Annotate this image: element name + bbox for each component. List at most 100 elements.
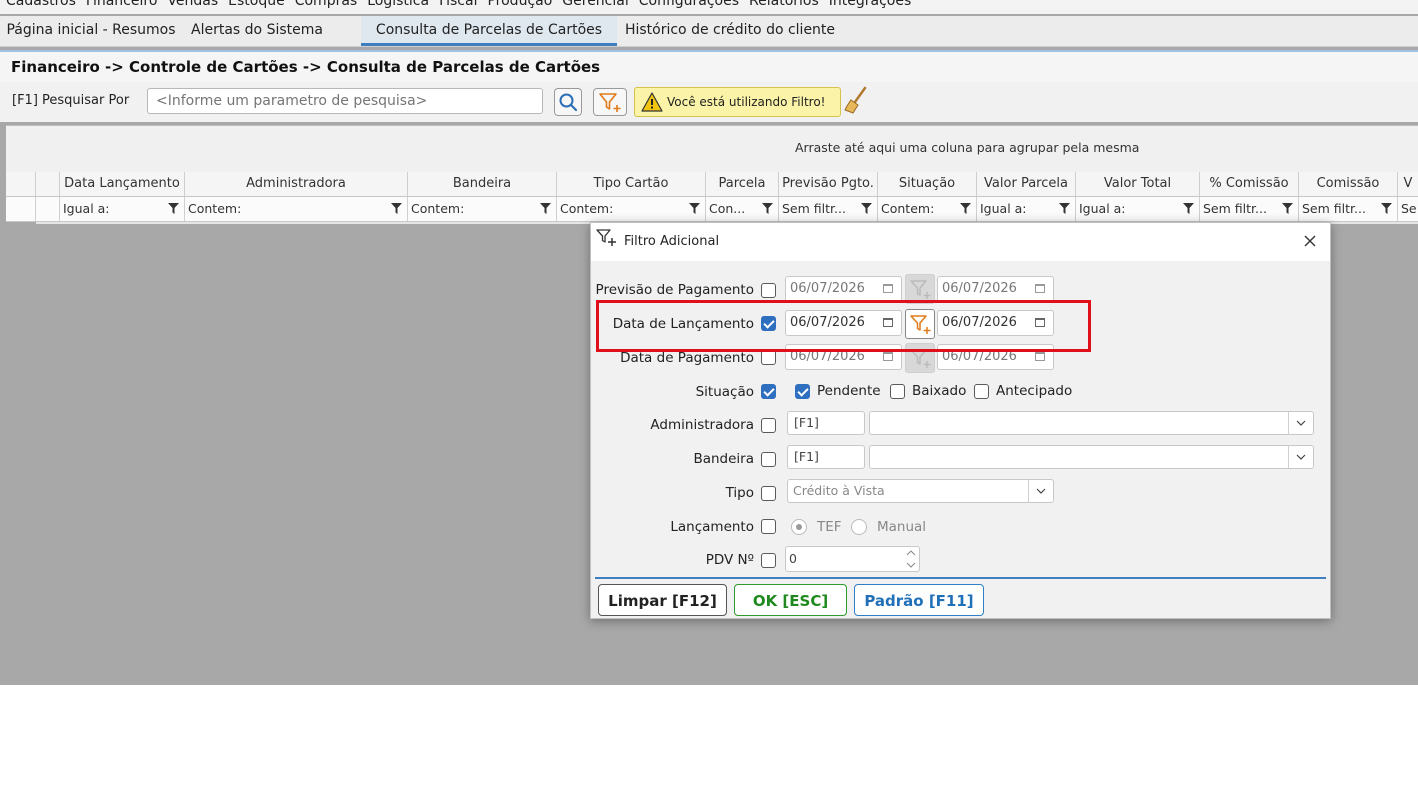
column-filter-cell[interactable]: Contem: [557, 197, 706, 221]
tipo-checkbox[interactable] [761, 486, 776, 501]
bandeira-code-input[interactable]: [F1] [787, 445, 865, 469]
tab-bar: Página inicial - Resumos Alertas do Sist… [0, 16, 1418, 47]
tab-alertas[interactable]: Alertas do Sistema [182, 16, 332, 46]
funnel-icon[interactable] [689, 203, 700, 214]
menu-configuracoes[interactable]: Configurações [634, 0, 744, 10]
menu-integracoes[interactable]: Integrações [824, 0, 917, 10]
search-button[interactable] [554, 88, 582, 116]
funnel-icon[interactable] [1381, 203, 1392, 214]
menu-relatorios[interactable]: Relatórios [744, 0, 824, 10]
baixado-label[interactable]: Baixado [912, 383, 966, 399]
previsao-checkbox[interactable] [761, 283, 776, 298]
tab-consulta-parcelas[interactable]: Consulta de Parcelas de Cartões [361, 16, 617, 46]
funnel-icon[interactable] [1183, 203, 1194, 214]
administradora-select[interactable] [869, 411, 1314, 435]
chevron-down-icon[interactable] [1288, 412, 1313, 434]
menu-producao[interactable]: Produção [482, 0, 557, 10]
funnel-icon[interactable] [391, 203, 402, 214]
previsao-from-date[interactable]: 06/07/2026 [785, 276, 902, 302]
menu-bar: Cadastros Financeiro Vendas Estoque Compras L… [0, 0, 1418, 14]
column-filter-cell[interactable]: Igual a: [1076, 197, 1200, 221]
pendente-checkbox[interactable] [795, 384, 810, 399]
situacao-checkbox[interactable] [761, 384, 776, 399]
spinner-arrows-icon[interactable] [905, 547, 917, 571]
menu-logistica[interactable]: Logística [362, 0, 434, 10]
administradora-checkbox[interactable] [761, 418, 776, 433]
ok-button[interactable]: OK [ESC] [734, 584, 847, 616]
column-header[interactable]: Administradora [185, 172, 408, 196]
column-filter-cell[interactable]: Contem: [878, 197, 977, 221]
column-filter-cell[interactable]: Se [1398, 197, 1418, 221]
clear-button[interactable]: Limpar [F12] [598, 584, 727, 616]
manual-label[interactable]: Manual [877, 519, 926, 535]
additional-filter-button[interactable] [593, 88, 627, 116]
antecipado-checkbox[interactable] [974, 384, 989, 399]
menu-estoque[interactable]: Estoque [223, 0, 290, 10]
dialog-title-bar: Filtro Adicional [591, 223, 1330, 261]
column-header[interactable]: V [1398, 172, 1418, 196]
menu-compras[interactable]: Compras [290, 0, 363, 10]
tab-pagina-inicial[interactable]: Página inicial - Resumos [0, 16, 182, 46]
column-filter-cell[interactable]: Contem: [185, 197, 408, 221]
menu-financeiro[interactable]: Financeiro [81, 0, 162, 10]
column-filter-cell[interactable]: Contem: [408, 197, 557, 221]
chevron-down-icon[interactable] [1028, 480, 1053, 502]
calendar-icon[interactable] [1035, 284, 1045, 293]
column-header[interactable]: % Comissão [1200, 172, 1299, 196]
column-filter-cell[interactable]: Sem filtr... [1200, 197, 1299, 221]
menu-vendas[interactable]: Vendas [162, 0, 223, 10]
antecipado-label[interactable]: Antecipado [996, 383, 1072, 399]
calendar-icon[interactable] [883, 352, 893, 361]
bandeira-checkbox[interactable] [761, 452, 776, 467]
funnel-icon[interactable] [1282, 203, 1293, 214]
column-header[interactable]: Situação [878, 172, 977, 196]
column-header[interactable]: Valor Total [1076, 172, 1200, 196]
menu-fiscal[interactable]: Fiscal [434, 0, 482, 10]
column-header[interactable]: Comissão [1299, 172, 1398, 196]
funnel-icon[interactable] [168, 203, 179, 214]
chevron-down-icon[interactable] [1288, 446, 1313, 468]
calendar-icon[interactable] [1035, 352, 1045, 361]
close-button[interactable] [1300, 231, 1320, 251]
column-filter-cell[interactable]: Con... [706, 197, 779, 221]
pdv-number-input[interactable]: 0 [785, 546, 920, 572]
tipo-select[interactable]: Crédito à Vista [787, 479, 1054, 503]
column-header[interactable]: Previsão Pgto. [779, 172, 878, 196]
tab-historico-credito[interactable]: Histórico de crédito do cliente [617, 16, 843, 46]
column-filter-cell[interactable]: Igual a: [60, 197, 185, 221]
column-filter-cell[interactable]: Sem filtr... [1299, 197, 1398, 221]
menu-gerencial[interactable]: Gerencial [557, 0, 633, 10]
funnel-icon[interactable] [861, 203, 872, 214]
pendente-label[interactable]: Pendente [817, 383, 881, 399]
pdv-checkbox[interactable] [761, 553, 776, 568]
default-button[interactable]: Padrão [F11] [854, 584, 984, 616]
search-input[interactable] [147, 88, 543, 114]
column-filter-cell[interactable]: Sem filtr... [779, 197, 878, 221]
column-header[interactable]: Data Lançamento [60, 172, 185, 196]
manual-radio[interactable] [851, 519, 867, 535]
funnel-icon[interactable] [540, 203, 551, 214]
funnel-icon[interactable] [762, 203, 773, 214]
filter-warning-text: Você está utilizando Filtro! [667, 95, 826, 109]
select-header[interactable] [36, 172, 60, 196]
calendar-icon[interactable] [883, 284, 893, 293]
funnel-icon[interactable] [960, 203, 971, 214]
funnel-icon[interactable] [1059, 203, 1070, 214]
baixado-checkbox[interactable] [890, 384, 905, 399]
column-header[interactable]: Bandeira [408, 172, 557, 196]
column-header[interactable]: Parcela [706, 172, 779, 196]
menu-cadastros[interactable]: Cadastros [0, 0, 81, 10]
tef-label[interactable]: TEF [817, 519, 842, 535]
column-header[interactable]: Tipo Cartão [557, 172, 706, 196]
pagamento-checkbox[interactable] [761, 350, 776, 365]
grid-header-row: Data Lançamento Administradora Bandeira … [6, 172, 1418, 197]
bandeira-select[interactable] [869, 445, 1314, 469]
previsao-to-date[interactable]: 06/07/2026 [937, 276, 1054, 302]
column-filter-cell[interactable]: Igual a: [977, 197, 1076, 221]
column-header[interactable]: Valor Parcela [977, 172, 1076, 196]
clear-filter-broom-icon[interactable] [843, 86, 869, 114]
administradora-code-input[interactable]: [F1] [787, 411, 865, 435]
tef-radio[interactable] [791, 519, 807, 535]
group-by-area[interactable]: Arraste até aqui uma coluna para agrupar… [6, 125, 1418, 173]
lancamento-tipo-checkbox[interactable] [761, 519, 776, 534]
